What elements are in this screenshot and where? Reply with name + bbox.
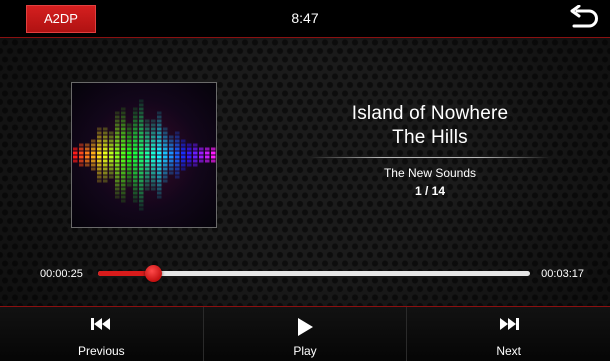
playback-controls: Previous Play Next — [0, 306, 610, 361]
track-album: The New Sounds — [383, 166, 477, 180]
skip-previous-icon — [91, 318, 111, 330]
previous-button[interactable]: Previous — [0, 307, 203, 361]
progress-thumb[interactable] — [144, 265, 162, 282]
source-badge[interactable]: A2DP — [26, 5, 96, 33]
previous-label: Previous — [77, 344, 125, 358]
elapsed-time: 00:00:25 — [40, 268, 83, 280]
media-player-screen: A2DP 8:47 Island of Nowhere The Hills Th… — [0, 0, 610, 361]
divider — [310, 157, 550, 158]
album-art — [71, 82, 217, 228]
status-bar: A2DP 8:47 — [0, 0, 610, 38]
progress-bar[interactable] — [98, 265, 530, 282]
total-time: 00:03:17 — [541, 268, 584, 280]
return-arrow-icon — [570, 4, 598, 28]
next-button[interactable]: Next — [406, 307, 610, 361]
equalizer-artwork — [73, 99, 216, 211]
play-button[interactable]: Play — [202, 307, 407, 361]
skip-next-icon — [499, 318, 519, 330]
next-label: Next — [496, 344, 522, 358]
track-artist: The Hills — [392, 127, 468, 148]
track-info: Island of Nowhere The Hills The New Soun… — [310, 102, 550, 200]
play-label: Play — [293, 344, 317, 358]
back-button[interactable] — [568, 4, 600, 33]
track-title: Island of Nowhere — [351, 103, 509, 124]
track-number: 1 / 14 — [414, 184, 446, 198]
play-icon — [298, 318, 313, 336]
